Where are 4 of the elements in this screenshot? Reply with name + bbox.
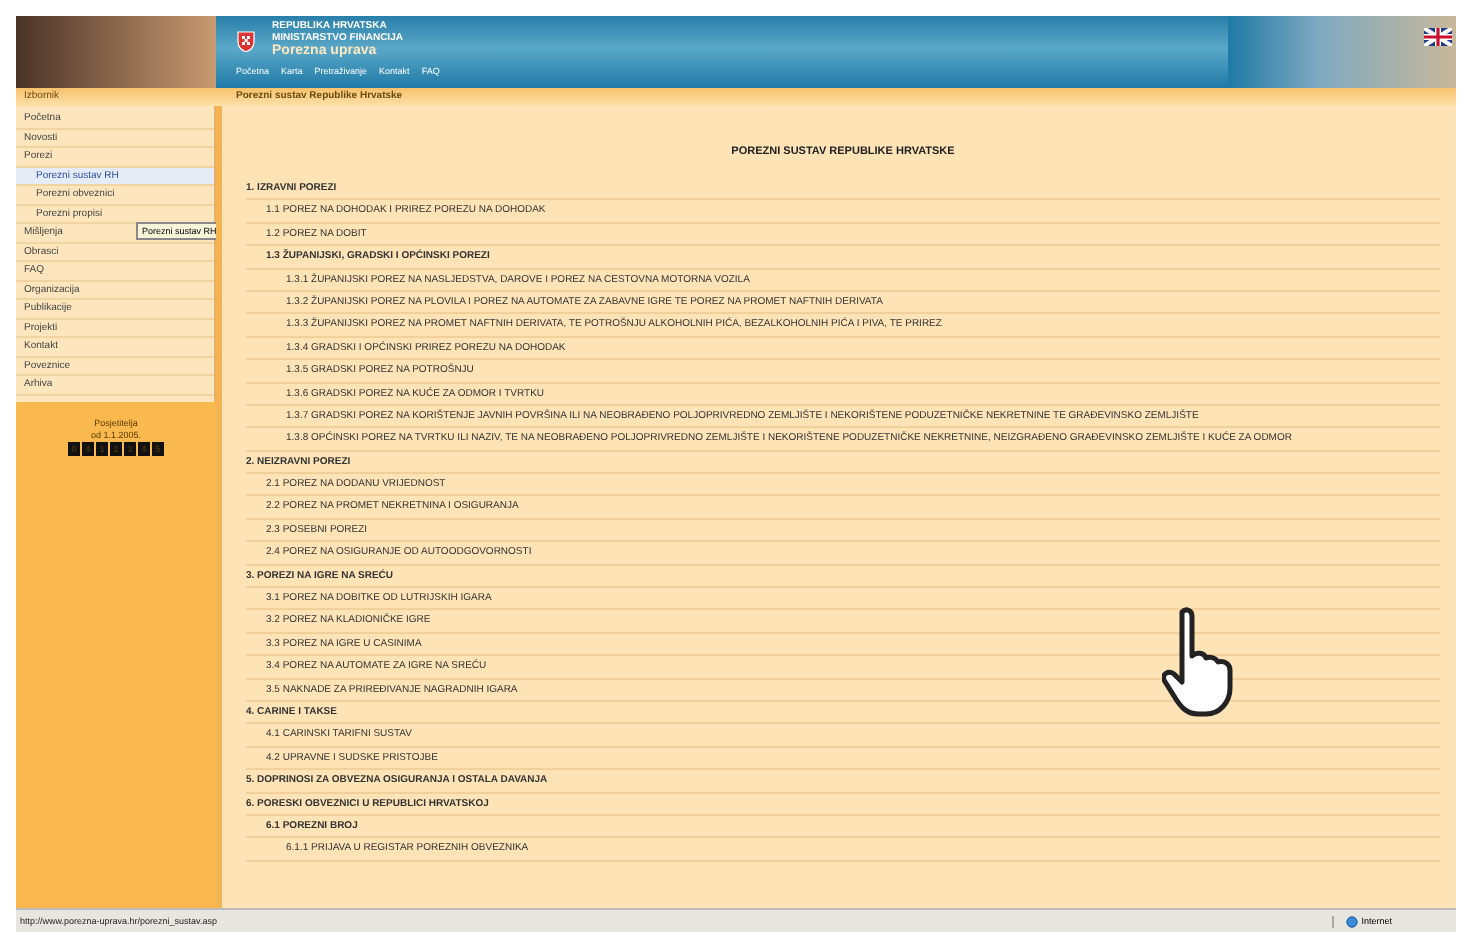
- globe-icon: [1345, 915, 1358, 927]
- coat-of-arms-icon: [236, 28, 256, 52]
- hand-cursor-icon: [1162, 606, 1234, 718]
- uk-flag-icon[interactable]: [1424, 28, 1452, 46]
